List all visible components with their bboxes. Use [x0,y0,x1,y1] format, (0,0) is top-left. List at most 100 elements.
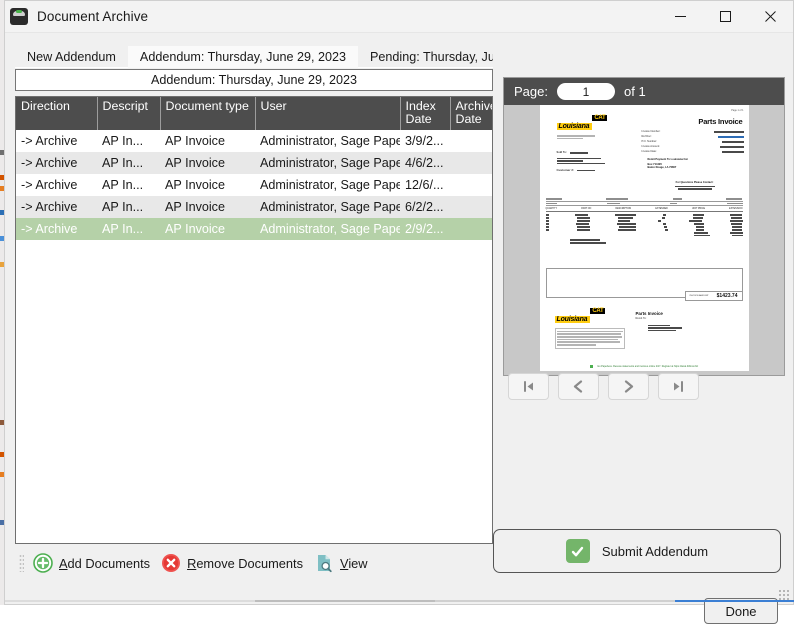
cell-index-date: 3/9/2... [405,134,444,148]
column-header-document-type[interactable]: Document type [160,97,256,130]
cell-document-type: AP Invoice [160,152,255,174]
first-page-button[interactable] [508,373,549,400]
minimize-button[interactable] [658,1,703,33]
window-controls [658,1,793,33]
cell-descript: AP In... [102,178,144,192]
cell-user: Administrator, Sage Paperless [260,178,400,192]
footer-accent-line [5,600,794,602]
submit-addendum-label: Submit Addendum [601,543,709,559]
tab-new-addendum[interactable]: New Addendum [15,46,128,68]
last-page-button[interactable] [658,373,699,400]
cell-archive-date [450,196,492,218]
documents-grid: Direction Descript Document type User In… [15,96,493,544]
cell-descript: AP In... [97,152,160,174]
column-header-archive-date[interactable]: Archive Date [450,97,492,130]
cell-document-type: AP Invoice [165,178,225,192]
table-row[interactable]: -> Archive AP In... AP Invoice Administr… [16,130,492,152]
column-header-index-date[interactable]: Index Date [400,97,451,130]
page-nav-buttons [508,373,699,400]
window-title: Document Archive [37,9,149,24]
invoice-field-list: Invoice Number: Ref Doc: P.O. Number: In… [642,130,744,154]
invoice-remit-block: Remit Payment To Louisiana Cat Box 71442… [647,158,688,169]
grid-header-row: Direction Descript Document type User In… [16,97,492,130]
maximize-button[interactable] [703,1,748,33]
close-button[interactable] [748,1,793,33]
cell-archive-date [450,218,492,240]
column-header-descript[interactable]: Descript [97,97,161,130]
toolbar-drag-grip[interactable] [19,554,24,572]
invoice-line-items: QUANTITY PART NO DESCRIPTION EXTENDED UN… [545,198,743,245]
table-row[interactable]: -> Archive AP In... AP Invoice Administr… [16,196,492,218]
invoice-title: Parts Invoice [698,117,743,126]
cell-user: Administrator, Sage Paperless [255,152,400,174]
cell-descript: AP In... [102,134,144,148]
submit-addendum-button[interactable]: Submit Addendum [493,529,781,573]
cell-direction: -> Archive [16,196,97,218]
plus-circle-icon [33,553,53,573]
invoice-stub-title: Parts Invoice Remit To: [636,311,682,333]
view-label: View [340,555,368,571]
document-search-icon [318,555,332,573]
cell-index-date: 12/6/... [405,178,444,192]
add-documents-label: Add Documents [59,555,151,571]
next-page-icon [624,380,634,393]
cell-user: Administrator, Sage Paperless [255,218,400,240]
invoice-contact-block: For Questions Please Contact: [650,181,740,190]
tab-addendum[interactable]: Addendum: Thursday, June 29, 2023 [127,46,358,68]
invoice-footer-link: Go Paperless. Receive statements and inv… [540,354,749,371]
invoice-page-marker: Page 1 of 1 [731,109,744,112]
invoice-total: INVOICE AMOUNT $1423.74 [684,291,743,301]
next-page-button[interactable] [608,373,649,400]
document-toolbar: Add Documents Remove Documents View [15,546,493,580]
cell-descript: AP In... [97,196,160,218]
window-body: New Addendum Addendum: Thursday, June 29… [5,33,794,624]
invoice-brand-mark: CAT [592,115,608,121]
cell-archive-date [450,130,492,152]
previous-page-button[interactable] [558,373,599,400]
previous-page-icon [573,380,583,393]
cell-archive-date [450,152,492,174]
table-row[interactable]: -> Archive AP In... AP Invoice Administr… [16,152,492,174]
invoice-brand-block: Louisiana CAT [556,115,608,140]
last-page-icon [674,381,683,392]
x-circle-icon [162,554,181,572]
cell-index-date: 2/9/2... [400,218,450,240]
tab-pending[interactable]: Pending: Thursday, June 29, 2023 [358,46,493,68]
page-label: Page: [514,84,548,99]
cell-document-type: AP Invoice [165,134,225,148]
leaf-icon [589,364,593,368]
page-number-input[interactable] [556,83,615,100]
document-archive-window: Document Archive New Addendum Addendum: … [4,0,794,624]
titlebar: Document Archive [5,1,793,33]
invoice-stub-brand: LouisianaCAT [554,308,625,349]
table-row[interactable]: -> Archive AP In... AP Invoice Administr… [16,174,492,196]
cell-direction: -> Archive [16,218,97,240]
table-row[interactable]: -> Archive AP In... AP Invoice Administr… [16,218,492,240]
cell-direction: -> Archive [21,178,78,192]
document-preview-area[interactable]: Page 1 of 1 Louisiana CAT Parts Invoice I… [504,105,784,375]
page-navigation-bar: Page: of 1 [504,78,784,105]
preview-pane: Page: of 1 Page 1 of 1 Louisiana CAT [503,77,785,376]
cell-direction: -> Archive [16,152,97,174]
tabstrip: New Addendum Addendum: Thursday, June 29… [15,45,493,68]
cell-direction: -> Archive [21,134,78,148]
column-header-user[interactable]: User [255,97,401,130]
grid-body: -> Archive AP In... AP Invoice Administr… [16,130,492,240]
add-documents-button[interactable]: Add Documents [31,551,159,575]
invoice-page: Page 1 of 1 Louisiana CAT Parts Invoice I… [539,105,749,371]
app-icon [10,8,28,25]
remove-documents-label: Remove Documents [187,555,303,571]
page-total-label: of 1 [623,84,646,99]
cell-descript: AP In... [97,218,160,240]
cell-user: Administrator, Sage Paperless [255,196,400,218]
left-pane: New Addendum Addendum: Thursday, June 29… [15,45,493,580]
view-button[interactable]: View [312,551,377,575]
cell-index-date: 6/2/2... [400,196,450,218]
cell-archive-date [450,174,492,196]
invoice-brand: Louisiana [556,123,593,130]
cell-user: Administrator, Sage Paperless [260,134,400,148]
column-header-direction[interactable]: Direction [16,97,98,130]
remove-documents-button[interactable]: Remove Documents [159,551,312,575]
first-page-icon [524,381,533,392]
invoice-sold-to: Sold To: Customer #: [556,151,617,173]
